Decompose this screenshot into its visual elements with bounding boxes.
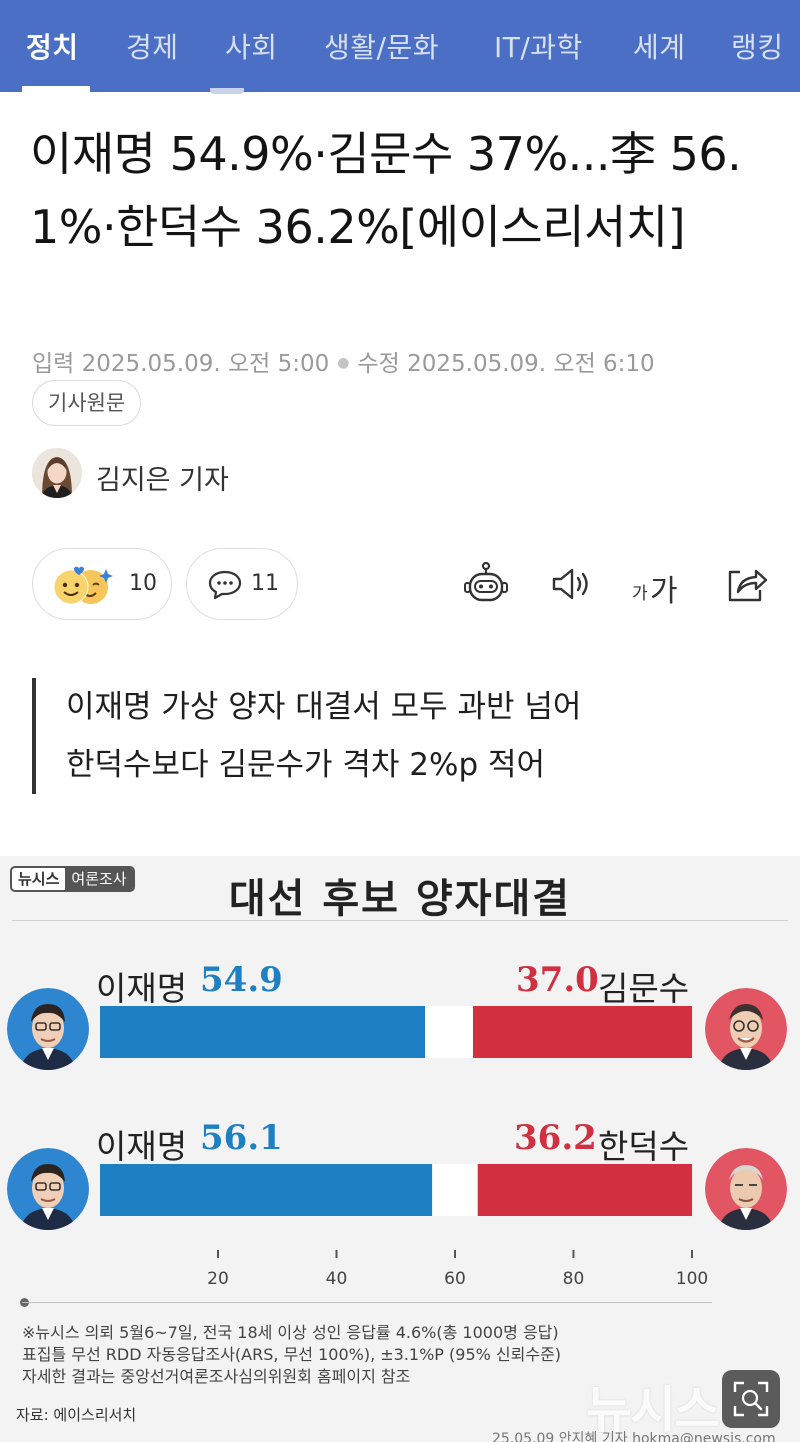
edit-time: 2025.05.09. 오전 6:10 bbox=[407, 351, 655, 377]
tab-ranking[interactable]: 랭킹 bbox=[731, 26, 784, 66]
axis-tick-label: 100 bbox=[676, 1269, 708, 1289]
reporter-name: 김지은 기자 bbox=[96, 465, 229, 496]
edit-label: 수정 bbox=[357, 351, 400, 377]
footnote-line: ※뉴시스 의뢰 5월6~7일, 전국 18세 이상 성인 응답률 4.6%(총 … bbox=[22, 1323, 559, 1342]
article-headline: 이재명 54.9%·김문수 37%...李 56.1%·한덕수 36.2%[에이… bbox=[30, 127, 742, 254]
tab-politics[interactable]: 정치 bbox=[26, 26, 79, 66]
summary-bot-button[interactable] bbox=[462, 560, 510, 608]
axis-tick-label: 60 bbox=[444, 1269, 466, 1289]
bar-chart: 20 40 60 80 100 bbox=[100, 1006, 708, 1289]
article-meta: 입력 2025.05.09. 오전 5:00 ● 수정 2025.05.09. 오전… bbox=[32, 344, 655, 378]
speaker-icon bbox=[552, 568, 588, 600]
text-to-speech-button[interactable] bbox=[548, 560, 596, 608]
active-tab-indicator bbox=[22, 86, 90, 92]
font-size-small-label: 가 bbox=[632, 584, 648, 604]
comment-icon bbox=[208, 570, 242, 600]
tab-society[interactable]: 사회 bbox=[225, 26, 278, 66]
reaction-count: 10 bbox=[129, 571, 157, 596]
footnotes: ※뉴시스 의뢰 5월6~7일, 전국 18세 이상 성인 응답률 4.6%(총 … bbox=[22, 1322, 561, 1388]
input-time: 2025.05.09. 오전 5:00 bbox=[81, 351, 330, 377]
footnote-line: 자세한 결과는 중앙선거여론조사심의위원회 홈페이지 참조 bbox=[22, 1367, 411, 1386]
font-size-large-label: 가 bbox=[650, 574, 678, 609]
bar-left-2 bbox=[100, 1164, 433, 1216]
scroll-hint bbox=[210, 88, 244, 94]
comment-count: 11 bbox=[251, 571, 279, 596]
tab-it-science[interactable]: IT/과학 bbox=[494, 26, 583, 66]
emoji-reactions-icon bbox=[53, 566, 113, 605]
image-zoom-button[interactable] bbox=[722, 1370, 780, 1428]
reporter-avatar bbox=[32, 448, 82, 498]
original-article-button[interactable]: 기사원문 bbox=[32, 380, 142, 426]
subheading-line: 한덕수보다 김문수가 격차 2%p 적어 bbox=[66, 747, 546, 783]
reaction-button[interactable]: 10 bbox=[32, 548, 172, 620]
meta-separator: ● bbox=[337, 355, 350, 371]
chart-source: 자료: 에이스리서치 bbox=[16, 1406, 137, 1424]
axis-tick-label: 80 bbox=[563, 1269, 585, 1289]
poll-infographic[interactable]: 뉴시스 여론조사 대선 후보 양자대결 이재명 54.9 37.0 김문수 이재… bbox=[0, 856, 800, 1442]
subheading-line: 이재명 가상 양자 대결서 모두 과반 넘어 bbox=[66, 689, 582, 725]
tab-economy[interactable]: 경제 bbox=[126, 26, 179, 66]
category-nav: 정치 경제 사회 생활/문화 IT/과학 세계 랭킹 bbox=[0, 0, 800, 94]
footnote-divider bbox=[22, 1302, 712, 1303]
footnote-line: 표집틀 무선 RDD 자동응답조사(ARS, 무선 100%), ±3.1%P … bbox=[22, 1345, 562, 1364]
article-subheading: 이재명 가상 양자 대결서 모두 과반 넘어 한덕수보다 김문수가 격차 2%p… bbox=[32, 678, 772, 794]
bar-right-2 bbox=[477, 1164, 692, 1216]
newsis-watermark: 뉴시스 bbox=[586, 1381, 720, 1439]
bar-right-1 bbox=[472, 1006, 692, 1058]
tab-life-culture[interactable]: 생활/문화 bbox=[324, 26, 439, 66]
robot-icon bbox=[464, 561, 508, 602]
tab-world[interactable]: 세계 bbox=[633, 26, 686, 66]
axis-tick-label: 40 bbox=[326, 1269, 348, 1289]
share-icon bbox=[728, 569, 768, 602]
bar-left-1 bbox=[100, 1006, 426, 1058]
comment-button[interactable]: 11 bbox=[186, 548, 298, 620]
zoom-icon bbox=[733, 1381, 769, 1417]
font-size-button[interactable]: 가 가 bbox=[630, 560, 686, 609]
axis-tick-label: 20 bbox=[207, 1269, 229, 1289]
input-label: 입력 bbox=[32, 351, 75, 377]
share-button[interactable] bbox=[722, 560, 770, 608]
